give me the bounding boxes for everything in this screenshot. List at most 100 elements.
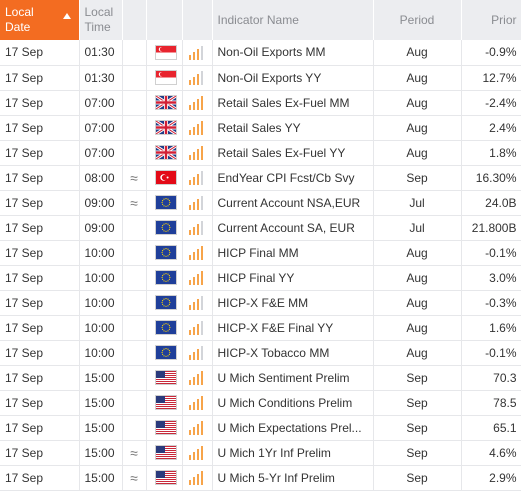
indicator-name[interactable]: Retail Sales Ex-Fuel MM: [212, 90, 374, 116]
time-cell: 15:00: [79, 415, 123, 441]
importance-bars-icon: [188, 445, 203, 461]
revision-icon: [122, 215, 147, 241]
prior-value: 21.800B: [461, 215, 521, 241]
table-row[interactable]: 17 Sep 10:00 HICP Final YY Aug 3.0%: [0, 265, 521, 291]
table-row[interactable]: 17 Sep 07:00 Retail Sales Ex-Fuel MM Aug -2.…: [0, 90, 521, 116]
time-cell: 10:00: [79, 340, 123, 366]
indicator-name[interactable]: HICP-X Tobacco MM: [212, 340, 374, 366]
column-header-country: [146, 0, 183, 40]
indicator-name[interactable]: U Mich Sentiment Prelim: [212, 365, 374, 391]
table-row[interactable]: 17 Sep 15:00 ≈ U Mich 5-Yr Inf Prelim Sep 2.9…: [0, 465, 521, 491]
us-flag-icon: [154, 470, 177, 486]
eu-flag-icon: [154, 270, 177, 286]
importance-bars-icon: [188, 270, 203, 286]
indicator-name[interactable]: Retail Sales YY: [212, 115, 374, 141]
importance-bars-icon: [188, 395, 203, 411]
indicator-name[interactable]: U Mich 1Yr Inf Prelim: [212, 440, 374, 466]
importance-cell: [182, 115, 213, 141]
importance-bars-icon: [188, 95, 203, 111]
prior-value: 3.0%: [461, 265, 521, 291]
table-row[interactable]: 17 Sep 01:30 Non-Oil Exports MM Aug -0.9%: [0, 40, 521, 66]
indicator-name[interactable]: U Mich Conditions Prelim: [212, 390, 374, 416]
importance-cell: [182, 290, 213, 316]
country-flag-cell: [146, 215, 183, 241]
column-header-local-time[interactable]: Local Time: [79, 0, 123, 40]
importance-cell: [182, 390, 213, 416]
header-row: Local Date Local Time Indicator Name Per…: [0, 0, 521, 40]
table-row[interactable]: 17 Sep 09:00 Current Account SA, EUR Jul 21.…: [0, 215, 521, 241]
period-cell: Sep: [373, 415, 462, 441]
country-flag-cell: [146, 390, 183, 416]
period-cell: Aug: [373, 240, 462, 266]
indicator-name[interactable]: HICP Final YY: [212, 265, 374, 291]
table-row[interactable]: 17 Sep 01:30 Non-Oil Exports YY Aug 12.7%: [0, 65, 521, 91]
table-row[interactable]: 17 Sep 15:00 U Mich Expectations Prel... Se…: [0, 415, 521, 441]
importance-bars-icon: [188, 45, 203, 60]
indicator-name[interactable]: HICP-X F&E Final YY: [212, 315, 374, 341]
country-flag-cell: [146, 165, 183, 191]
date-cell: 17 Sep: [0, 115, 80, 141]
date-cell: 17 Sep: [0, 365, 80, 391]
local-date-label: Local Date: [5, 5, 34, 34]
table-row[interactable]: 17 Sep 10:00 HICP-X Tobacco MM Aug -0.1%: [0, 340, 521, 366]
indicator-name[interactable]: EndYear CPI Fcst/Cb Svy: [212, 165, 374, 191]
date-cell: 17 Sep: [0, 90, 80, 116]
indicator-name[interactable]: Current Account NSA,EUR: [212, 190, 374, 216]
importance-bars-icon: [188, 70, 203, 86]
column-header-local-date[interactable]: Local Date: [0, 0, 80, 40]
column-header-period[interactable]: Period: [373, 0, 462, 40]
indicator-name[interactable]: U Mich Expectations Prel...: [212, 415, 374, 441]
indicator-name[interactable]: Non-Oil Exports YY: [212, 65, 374, 91]
revision-icon: ≈: [122, 465, 147, 491]
indicator-name[interactable]: U Mich 5-Yr Inf Prelim: [212, 465, 374, 491]
time-cell: 10:00: [79, 240, 123, 266]
table-row[interactable]: 17 Sep 15:00 U Mich Sentiment Prelim Sep 70.…: [0, 365, 521, 391]
table-row[interactable]: 17 Sep 07:00 Retail Sales Ex-Fuel YY Aug 1.8…: [0, 140, 521, 166]
revision-icon: ≈: [122, 190, 147, 216]
gb-flag-icon: [154, 120, 177, 136]
period-cell: Sep: [373, 465, 462, 491]
importance-bars-icon: [188, 370, 203, 386]
importance-bars-icon: [188, 345, 203, 361]
revision-icon: [122, 390, 147, 416]
time-cell: 15:00: [79, 440, 123, 466]
indicator-name-label: Indicator Name: [217, 12, 299, 27]
country-flag-cell: [146, 115, 183, 141]
importance-bars-icon: [188, 420, 203, 436]
revision-icon: [122, 340, 147, 366]
date-cell: 17 Sep: [0, 415, 80, 441]
column-header-blank-1: [122, 0, 147, 40]
table-row[interactable]: 17 Sep 10:00 HICP Final MM Aug -0.1%: [0, 240, 521, 266]
column-header-prior[interactable]: Prior: [461, 0, 521, 40]
indicator-name[interactable]: Current Account SA, EUR: [212, 215, 374, 241]
importance-cell: [182, 65, 213, 91]
prior-value: 78.5: [461, 390, 521, 416]
indicator-name[interactable]: Retail Sales Ex-Fuel YY: [212, 140, 374, 166]
local-time-label: Local Time: [84, 5, 114, 34]
country-flag-cell: [146, 315, 183, 341]
column-header-indicator-name[interactable]: Indicator Name: [212, 0, 374, 40]
revision-icon: [122, 415, 147, 441]
country-flag-cell: [146, 440, 183, 466]
gb-flag-icon: [154, 95, 177, 111]
period-cell: Sep: [373, 390, 462, 416]
indicator-name[interactable]: HICP Final MM: [212, 240, 374, 266]
revision-icon: [122, 115, 147, 141]
eu-flag-icon: [154, 320, 177, 336]
indicator-name[interactable]: HICP-X F&E MM: [212, 290, 374, 316]
date-cell: 17 Sep: [0, 215, 80, 241]
table-row[interactable]: 17 Sep 15:00 ≈ U Mich 1Yr Inf Prelim Sep 4.6%: [0, 440, 521, 466]
importance-cell: [182, 415, 213, 441]
prior-value: 2.9%: [461, 465, 521, 491]
table-row[interactable]: 17 Sep 10:00 HICP-X F&E MM Aug -0.3%: [0, 290, 521, 316]
table-row[interactable]: 17 Sep 08:00 ≈ EndYear CPI Fcst/Cb Svy Sep 16…: [0, 165, 521, 191]
date-cell: 17 Sep: [0, 440, 80, 466]
table-row[interactable]: 17 Sep 10:00 HICP-X F&E Final YY Aug 1.6%: [0, 315, 521, 341]
indicator-name[interactable]: Non-Oil Exports MM: [212, 40, 374, 66]
importance-cell: [182, 340, 213, 366]
table-row[interactable]: 17 Sep 09:00 ≈ Current Account NSA,EUR Jul 24…: [0, 190, 521, 216]
table-row[interactable]: 17 Sep 07:00 Retail Sales YY Aug 2.4%: [0, 115, 521, 141]
table-row[interactable]: 17 Sep 15:00 U Mich Conditions Prelim Sep 78…: [0, 390, 521, 416]
period-cell: Jul: [373, 190, 462, 216]
time-cell: 15:00: [79, 465, 123, 491]
